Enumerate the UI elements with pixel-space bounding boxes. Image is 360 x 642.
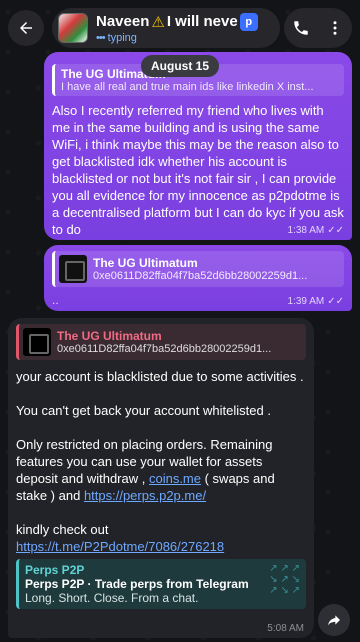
forwarded-address: 0xe0611D82ffa04f7ba52d6bb28002259d1...	[57, 343, 272, 355]
message-meta: 1:39 AM ✓✓	[288, 296, 344, 307]
message-paragraph: You can't get back your account whitelis…	[16, 403, 271, 418]
avatar	[58, 13, 88, 43]
forwarded-thumbnail	[59, 255, 87, 283]
share-arrow-icon	[328, 615, 340, 626]
preview-site-name: Perps P2P	[25, 563, 85, 577]
phone-icon[interactable]	[292, 19, 310, 37]
contact-name: Naveen ⚠ I will neve p	[96, 12, 274, 31]
message-paragraph: Only restricted on placing orders. Remai…	[16, 437, 275, 503]
back-button[interactable]	[8, 10, 44, 46]
contact-name-text: Naveen	[96, 13, 150, 30]
telegram-link[interactable]: https://t.me/P2Pdotme/7086/276218	[16, 539, 224, 554]
message-paragraph: your account is blacklisted due to some …	[16, 369, 304, 384]
reply-snippet: I have all real and true main ids like l…	[61, 81, 314, 93]
forwarded-card[interactable]: The UG Ultimatum 0xe0611D82ffa04f7ba52d6…	[52, 251, 344, 287]
incoming-message[interactable]: The UG Ultimatum 0xe0611D82ffa04f7ba52d6…	[8, 318, 314, 638]
message-time: 1:39 AM	[287, 296, 325, 307]
preview-description: Long. Short. Close. From a chat.	[25, 591, 199, 605]
forwarded-title: The UG Ultimatum	[57, 329, 162, 343]
forwarded-title: The UG Ultimatum	[93, 256, 198, 270]
back-arrow-icon	[20, 22, 32, 34]
more-options-icon[interactable]	[326, 19, 344, 37]
typing-dots-icon: •••	[96, 31, 106, 44]
forwarded-address: 0xe0611D82ffa04f7ba52d6bb28002259d1...	[93, 270, 308, 282]
warning-icon: ⚠	[151, 13, 165, 31]
link-preview[interactable]: ↗ ↗ ↗ ↘ ↗ ↘ ↗ ↘ ↗ Perps P2P Perps P2P · Tr…	[16, 559, 306, 609]
outgoing-message[interactable]: The UG Ultimatum I have all real and tru…	[44, 52, 352, 240]
arrows-pattern-icon: ↗ ↗ ↗ ↘ ↗ ↘ ↗ ↘ ↗	[269, 563, 300, 596]
header-actions	[284, 8, 352, 48]
message-text: Also I recently referred my friend who l…	[52, 103, 344, 237]
message-time: 1:38 AM	[287, 225, 325, 236]
double-check-icon: ✓✓	[327, 225, 344, 236]
double-check-icon: ✓✓	[327, 296, 344, 307]
brand-logo-icon: p	[239, 12, 258, 31]
date-separator: August 15	[140, 55, 220, 77]
outgoing-message[interactable]: The UG Ultimatum 0xe0611D82ffa04f7ba52d6…	[44, 245, 352, 311]
contact-name-suffix: I will neve	[166, 13, 238, 30]
preview-title: Perps P2P · Trade perps from Telegram	[25, 577, 249, 591]
forwarded-thumbnail	[23, 328, 51, 356]
message-time: 5:08 AM	[267, 623, 304, 634]
share-button[interactable]	[318, 604, 350, 636]
message-text: your account is blacklisted due to some …	[16, 368, 306, 555]
forwarded-card[interactable]: The UG Ultimatum 0xe0611D82ffa04f7ba52d6…	[16, 324, 306, 360]
coins-link[interactable]: coins.me	[149, 471, 201, 486]
message-meta: 1:38 AM ✓✓	[288, 225, 344, 236]
typing-status: ••• typing	[96, 31, 137, 44]
perps-link[interactable]: https://perps.p2p.me/	[84, 488, 206, 503]
contact-info[interactable]: Naveen ⚠ I will neve p ••• typing	[52, 8, 280, 48]
chat-header: Naveen ⚠ I will neve p ••• typing	[0, 0, 360, 56]
message-paragraph: kindly check out https://t.me/P2Pdotme/7…	[16, 522, 225, 554]
